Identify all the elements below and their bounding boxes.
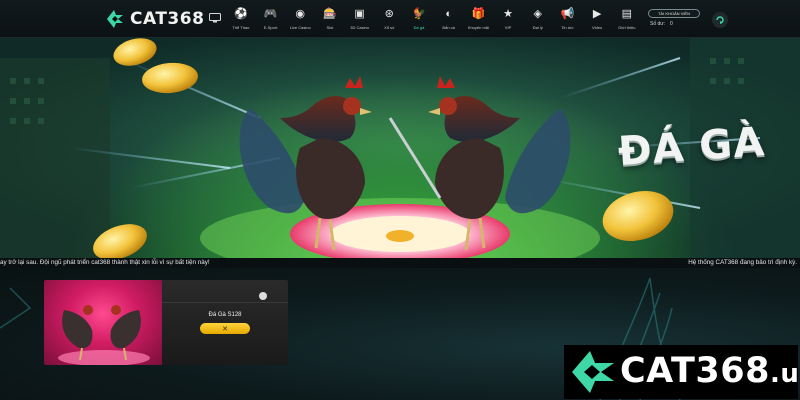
nav-item[interactable]: 🎮 E-Sport bbox=[256, 8, 286, 34]
nav-item[interactable]: 🎰 Slot bbox=[315, 8, 345, 34]
info-icon: ▤ bbox=[621, 8, 632, 20]
hero-banner[interactable]: ĐÁ GÀ bbox=[0, 38, 800, 258]
card-divider bbox=[162, 302, 288, 303]
nav-item-label: Giới thiệu bbox=[618, 25, 636, 30]
brand-text: CAT368.us bbox=[620, 351, 800, 391]
top-navbar: CAT368 ⚽ Thể Thao 🎮 E-Sport ◉ Live Casino 🎰 Slo… bbox=[0, 0, 800, 38]
nav-item-label: E-Sport bbox=[263, 25, 278, 30]
brand-logo-icon bbox=[572, 351, 614, 393]
lottery-ball-icon: ⊛ bbox=[384, 8, 394, 20]
nav-item-label: Bắn cá bbox=[442, 25, 455, 30]
nav-item[interactable]: ▣ 3D Casino bbox=[345, 8, 375, 34]
nav-item[interactable]: 📢 Tin tức bbox=[553, 8, 583, 34]
nav-item[interactable]: ◐ Bắn cá bbox=[434, 8, 464, 34]
account-button[interactable]: TÀI KHOẢN VIÊN bbox=[648, 9, 700, 18]
game-card-art bbox=[44, 280, 162, 365]
nav-item[interactable]: ⊛ Xổ số bbox=[374, 8, 404, 34]
megaphone-icon: 📢 bbox=[560, 8, 575, 20]
marquee-text-left: ay trở lại sau. Đội ngũ phát triển cat36… bbox=[0, 259, 210, 266]
play-icon: ▶ bbox=[592, 8, 602, 20]
nav-item[interactable]: ◉ Live Casino bbox=[285, 8, 315, 34]
nav-item-label: Đại lý bbox=[532, 25, 543, 30]
account-panel: TÀI KHOẢN VIÊN Số dư: 0 bbox=[646, 9, 701, 31]
game-card-title: Đá Gà S128 bbox=[208, 312, 242, 318]
rooster-category-icon bbox=[259, 292, 267, 300]
slot-machine-icon: 🎰 bbox=[323, 8, 337, 20]
star-icon: ★ bbox=[503, 8, 513, 20]
nav-item-label: VIP bbox=[504, 25, 512, 30]
nav-item-label: Khuyến mãi bbox=[467, 25, 489, 30]
nav-item[interactable]: 🎁 Khuyến mãi bbox=[464, 8, 494, 34]
main-nav: ⚽ Thể Thao 🎮 E-Sport ◉ Live Casino 🎰 Slot ▣ 3D Ca… bbox=[226, 8, 642, 34]
nav-item-label: 3D Casino bbox=[350, 25, 369, 30]
fish-icon: ◐ bbox=[445, 8, 452, 20]
nav-item-label: Tin tức bbox=[561, 25, 574, 30]
nav-item[interactable]: ▶ Video bbox=[582, 8, 612, 34]
game-card[interactable]: Đá Gà S128 ✕ bbox=[44, 280, 288, 365]
rooster-thumbnail-icon bbox=[58, 305, 150, 365]
nav-item[interactable]: ▤ Giới thiệu bbox=[612, 8, 642, 34]
notice-marquee: ay trở lại sau. Đội ngũ phát triển cat36… bbox=[0, 258, 800, 268]
balance-value: 0 bbox=[670, 21, 673, 27]
refresh-icon[interactable] bbox=[712, 12, 728, 28]
marquee-text-right: Hệ thống CAT368 đang bảo trì định kỳ. bbox=[688, 259, 797, 266]
nav-item-label: Thể Thao bbox=[232, 25, 250, 30]
logo-text: CAT368 bbox=[130, 9, 205, 29]
brand-tld: .us bbox=[770, 359, 800, 389]
agent-icon: ◈ bbox=[533, 8, 542, 20]
content-area: Đá Gà S128 ✕ CAT368.us bbox=[0, 268, 800, 400]
monitor-icon[interactable] bbox=[209, 13, 221, 23]
nav-item-label: Live Casino bbox=[289, 25, 311, 30]
3d-casino-icon: ▣ bbox=[354, 8, 365, 20]
gamepad-icon: 🎮 bbox=[263, 8, 278, 20]
nav-item-label: Video bbox=[592, 25, 603, 30]
nav-item-label: Xổ số bbox=[384, 25, 395, 30]
nav-item[interactable]: 🐓 Đá gà bbox=[404, 8, 434, 34]
refresh-arrow-icon bbox=[716, 16, 724, 24]
soccer-ball-icon: ⚽ bbox=[234, 8, 248, 20]
site-logo[interactable]: CAT368 bbox=[104, 7, 204, 31]
play-button[interactable]: ✕ bbox=[200, 323, 250, 334]
nav-item[interactable]: ◈ Đại lý bbox=[523, 8, 553, 34]
nav-item[interactable]: ⚽ Thể Thao bbox=[226, 8, 256, 34]
cat-logo-icon bbox=[107, 10, 123, 28]
close-x-icon: ✕ bbox=[222, 325, 228, 333]
nav-item[interactable]: ★ VIP bbox=[493, 8, 523, 34]
game-card-panel: Đá Gà S128 ✕ bbox=[162, 280, 288, 365]
nav-item-label: Slot bbox=[326, 25, 334, 30]
balance-label: Số dư: bbox=[650, 21, 666, 27]
gift-icon: 🎁 bbox=[471, 8, 486, 20]
rooster-icon: 🐓 bbox=[412, 8, 426, 20]
poker-chip-icon: ◉ bbox=[295, 8, 306, 20]
brand-name: CAT368 bbox=[620, 351, 770, 391]
brand-watermark: CAT368.us bbox=[564, 345, 800, 399]
nav-item-label: Đá gà bbox=[413, 25, 425, 30]
